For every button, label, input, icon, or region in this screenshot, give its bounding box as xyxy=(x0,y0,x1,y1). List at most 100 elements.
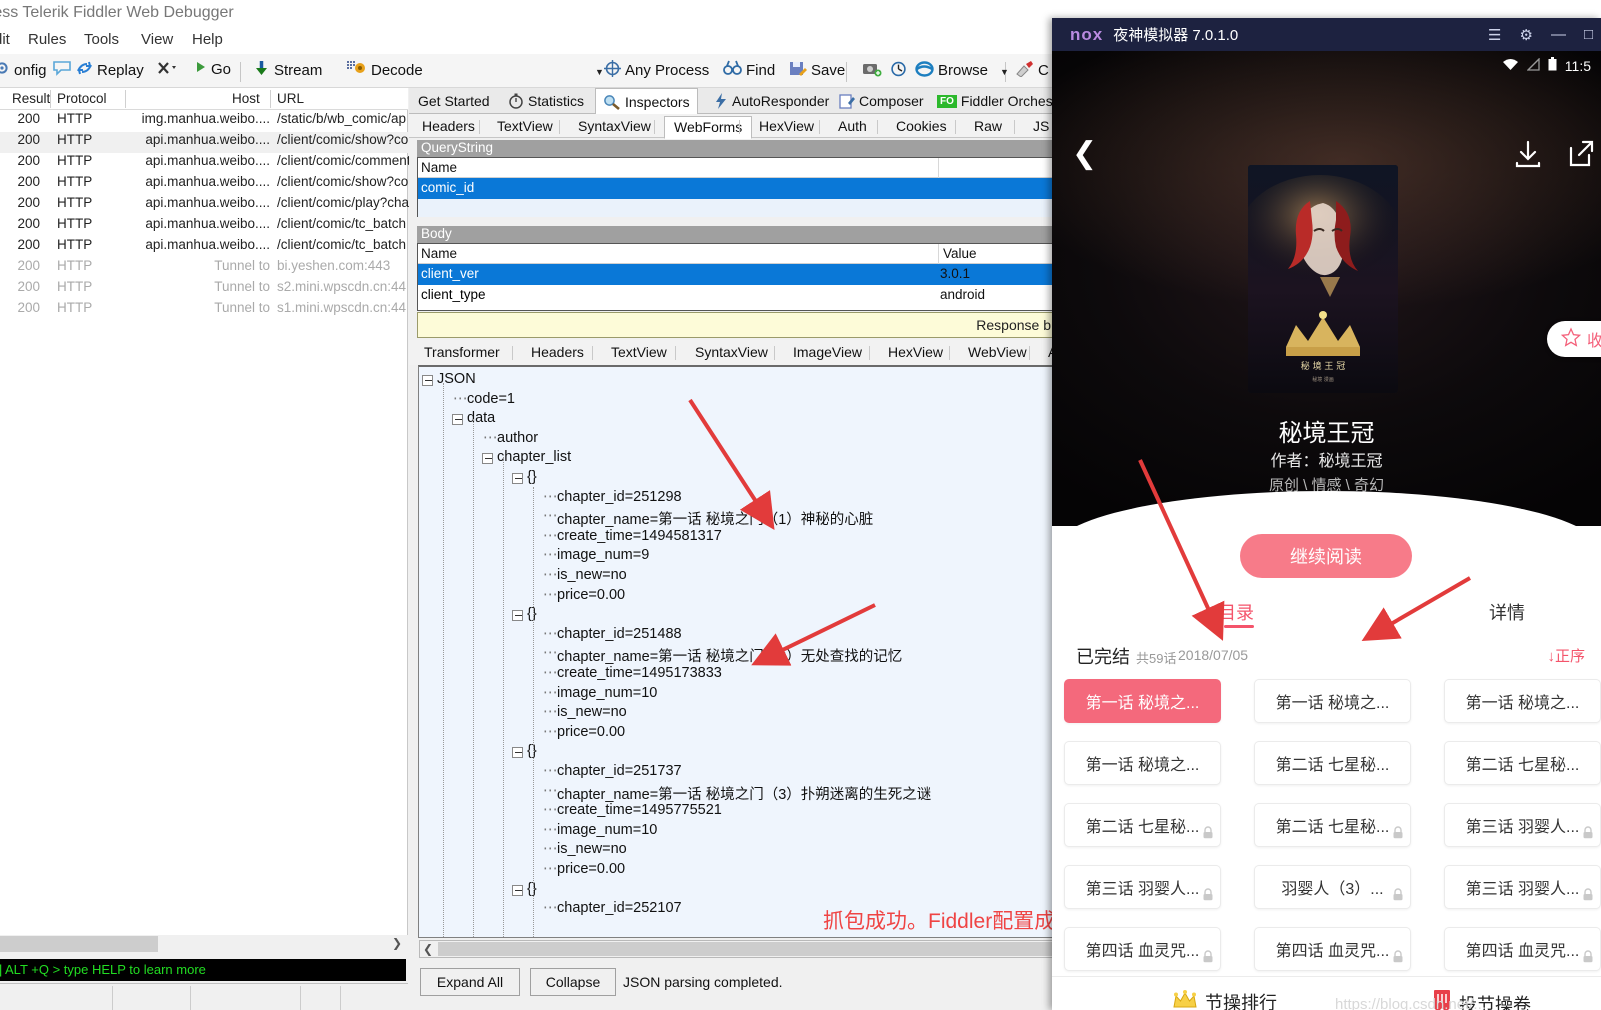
maximize-icon[interactable]: □ xyxy=(1584,26,1593,43)
download-icon[interactable] xyxy=(1513,139,1543,174)
response-tab-transformer[interactable]: Transformer xyxy=(415,342,509,363)
stream-button[interactable]: Stream xyxy=(253,60,322,81)
chapter-cell[interactable]: 第二话 七星秘... xyxy=(1444,741,1601,785)
request-tab-cookies[interactable]: Cookies xyxy=(887,116,956,137)
json-node[interactable]: {} xyxy=(527,881,537,897)
chapter-cell[interactable]: 第四话 血灵咒... xyxy=(1444,927,1601,971)
request-tab-hexview[interactable]: HexView xyxy=(750,116,823,137)
chapter-cell[interactable]: 第一话 秘境之... xyxy=(1064,679,1221,723)
browse-button[interactable]: Browse xyxy=(915,60,988,81)
json-node[interactable]: data xyxy=(467,410,495,426)
tab-composer[interactable]: Composer xyxy=(832,88,931,114)
request-tab-raw[interactable]: Raw xyxy=(965,116,1011,137)
favorite-button[interactable]: 收 xyxy=(1546,321,1601,357)
menu-item-view[interactable]: View xyxy=(141,31,173,48)
find-button[interactable]: Find xyxy=(723,60,775,80)
json-node[interactable]: {} xyxy=(527,606,537,622)
tree-expander[interactable] xyxy=(512,473,523,484)
body-grid[interactable]: Name Value client_ver 3.0.1 client_type … xyxy=(417,243,1060,311)
comment-icon[interactable] xyxy=(52,60,76,80)
response-tab-headers[interactable]: Headers xyxy=(522,342,593,363)
response-tab-hexview[interactable]: HexView xyxy=(879,342,952,363)
json-node[interactable]: {} xyxy=(527,743,537,759)
menu-item-dit[interactable]: dit xyxy=(0,31,10,48)
body-row[interactable]: client_type android xyxy=(418,285,1059,306)
json-node[interactable]: chapter_id=251737 xyxy=(557,763,682,779)
json-node[interactable]: image_num=10 xyxy=(557,822,657,838)
quickexec-console[interactable]: c] ALT +Q > type HELP to learn more xyxy=(0,959,406,981)
session-row[interactable]: 200 HTTP api.manhua.weibo.... /client/comic… xyxy=(0,153,410,174)
json-node[interactable]: chapter_id=252107 xyxy=(557,900,682,916)
request-tab-auth[interactable]: Auth xyxy=(829,116,876,137)
session-row[interactable]: 200 HTTP Tunnel to s1.mini.wpscdn.cn:44 xyxy=(0,300,408,321)
chapter-cell[interactable]: 第三话 羽婴人... xyxy=(1064,865,1221,909)
column-header-result[interactable]: Result xyxy=(12,91,50,106)
tab-detail[interactable]: 详情 xyxy=(1489,599,1525,625)
session-row[interactable]: 200 HTTP api.manhua.weibo.... /client/comic… xyxy=(0,174,408,195)
json-node[interactable]: create_time=1495775521 xyxy=(557,802,722,818)
json-node[interactable]: code=1 xyxy=(467,391,515,407)
go-button[interactable]: Go xyxy=(194,60,231,78)
json-node[interactable]: {} xyxy=(527,469,537,485)
column-header-host[interactable]: Host xyxy=(232,91,260,106)
chapter-cell[interactable]: 第四话 血灵咒... xyxy=(1064,927,1221,971)
scrollbar-thumb[interactable] xyxy=(438,942,1058,956)
menu-icon[interactable]: ☰ xyxy=(1488,26,1501,44)
book-cover[interactable]: 秘 境 王 冠 秘境 漫画 xyxy=(1248,165,1398,393)
json-node[interactable]: chapter_name=第一话 秘境之门（1）神秘的心脏 xyxy=(557,508,873,529)
tab-inspectors[interactable]: Inspectors xyxy=(595,88,698,115)
chapter-cell[interactable]: 第一话 秘境之... xyxy=(1064,741,1221,785)
chapter-cell[interactable]: 第二话 七星秘... xyxy=(1064,803,1221,847)
chapter-cell[interactable]: 第三话 羽婴人... xyxy=(1444,803,1601,847)
chapter-cell[interactable]: 第二话 七星秘... xyxy=(1254,741,1411,785)
response-tab-textview[interactable]: TextView xyxy=(602,342,676,363)
json-node[interactable]: price=0.00 xyxy=(557,587,625,603)
tab-get-started[interactable]: Get Started xyxy=(411,88,497,114)
json-node[interactable]: author xyxy=(497,430,538,446)
tree-expander[interactable] xyxy=(482,453,493,465)
session-row[interactable]: 200 HTTP img.manhua.weibo.... /static/b/wb_… xyxy=(0,111,408,132)
json-node[interactable]: is_new=no xyxy=(557,841,627,857)
response-tab-webview[interactable]: WebView xyxy=(959,342,1036,363)
chapter-cell[interactable]: 第一话 秘境之... xyxy=(1254,679,1411,723)
chapter-cell[interactable]: 第一话 秘境之... xyxy=(1444,679,1601,723)
chevron-right-icon[interactable]: ❯ xyxy=(392,936,402,950)
querystring-row[interactable]: comic_id xyxy=(418,178,1059,199)
session-row[interactable]: 200 HTTP api.manhua.weibo.... /client/comic… xyxy=(0,195,409,216)
request-tab-textview[interactable]: TextView xyxy=(488,116,562,137)
decode-button[interactable]: Decode xyxy=(347,60,423,81)
json-node[interactable]: price=0.00 xyxy=(557,861,625,877)
json-node[interactable]: is_new=no xyxy=(557,704,627,720)
session-row[interactable]: 200 HTTP api.manhua.weibo.... /client/comic… xyxy=(0,132,408,153)
ranking-button[interactable]: 节操排行 xyxy=(1172,989,1277,1010)
chevron-left-icon[interactable]: ❮ xyxy=(423,942,433,956)
any-process-button[interactable]: Any Process xyxy=(604,60,709,81)
chapter-cell[interactable]: 第四话 血灵咒... xyxy=(1254,927,1411,971)
chapter-cell[interactable]: 第三话 羽婴人... xyxy=(1444,865,1601,909)
expand-all-button[interactable]: Expand All xyxy=(420,968,520,996)
menu-item-tools[interactable]: Tools xyxy=(84,31,119,48)
gear-icon[interactable]: ⚙ xyxy=(1519,26,1532,44)
json-node[interactable]: image_num=10 xyxy=(557,685,657,701)
timer-icon[interactable] xyxy=(890,60,911,81)
onfig-button[interactable]: onfig xyxy=(0,60,47,80)
tab-catalog[interactable]: 目录 xyxy=(1218,599,1254,625)
querystring-empty-row[interactable] xyxy=(418,199,1059,217)
tree-expander[interactable] xyxy=(512,610,523,622)
tree-expander[interactable] xyxy=(512,747,523,759)
replay-button[interactable]: Replay xyxy=(76,60,144,80)
tree-expander[interactable] xyxy=(422,375,433,386)
scrollbar-thumb[interactable] xyxy=(0,936,158,952)
session-list[interactable]: Result Protocol Host URL 200 HTTP img.manhua.… xyxy=(0,88,411,935)
body-row[interactable]: client_ver 3.0.1 xyxy=(418,264,1059,285)
tree-expander[interactable] xyxy=(512,884,523,896)
chevron-down-icon[interactable]: ▼ xyxy=(595,67,604,77)
column-header-protocol[interactable]: Protocol xyxy=(57,91,107,106)
camera-icon[interactable] xyxy=(862,60,886,81)
chapter-cell[interactable]: 第二话 七星秘... xyxy=(1254,803,1411,847)
json-node[interactable]: chapter_list xyxy=(497,449,571,465)
save-button[interactable]: Save xyxy=(789,60,845,81)
c-button[interactable]: C xyxy=(1015,60,1049,81)
request-tab-headers[interactable]: Headers xyxy=(413,116,484,137)
json-tree-view[interactable]: JSON ⋯ code=1 data ⋯ author chapter_list{} ⋯ cha… xyxy=(418,365,1060,938)
